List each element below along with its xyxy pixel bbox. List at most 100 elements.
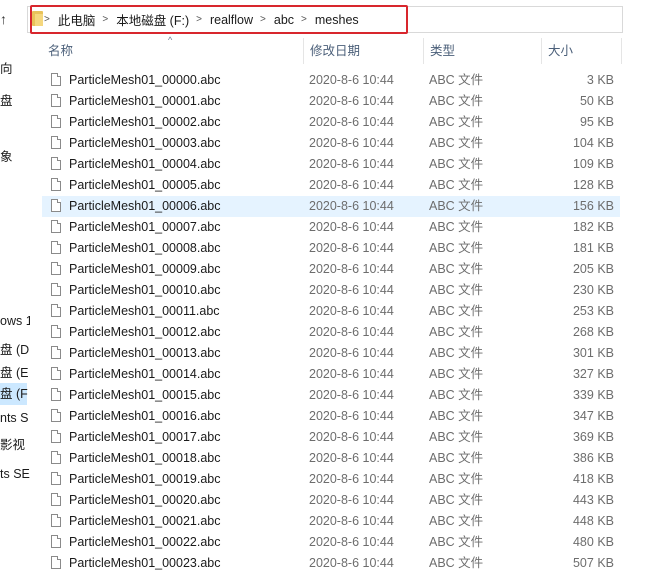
- file-row[interactable]: ParticleMesh01_00004.abc 2020-8-6 10:44 AB…: [42, 154, 620, 175]
- file-icon: [51, 220, 61, 233]
- file-icon: [51, 283, 61, 296]
- file-row[interactable]: ParticleMesh01_00003.abc 2020-8-6 10:44 AB…: [42, 133, 620, 154]
- file-date-modified: 2020-8-6 10:44: [309, 451, 394, 465]
- file-type: ABC 文件: [429, 514, 484, 528]
- file-size: 443 KB: [572, 493, 614, 507]
- file-row[interactable]: ParticleMesh01_00007.abc 2020-8-6 10:44 AB…: [42, 217, 620, 238]
- chevron-right-icon[interactable]: >: [102, 14, 108, 25]
- file-type: ABC 文件: [429, 451, 484, 465]
- column-header-size[interactable]: 大小: [541, 38, 622, 64]
- nav-item[interactable]: ows 1: [0, 314, 30, 328]
- up-arrow-icon[interactable]: ↑: [0, 11, 14, 27]
- file-row[interactable]: ParticleMesh01_00002.abc 2020-8-6 10:44 AB…: [42, 112, 620, 133]
- file-row[interactable]: ParticleMesh01_00009.abc 2020-8-6 10:44 AB…: [42, 259, 620, 280]
- file-size: 109 KB: [572, 157, 614, 171]
- file-size: 339 KB: [572, 388, 614, 402]
- chevron-right-icon[interactable]: >: [260, 14, 266, 25]
- file-type: ABC 文件: [429, 94, 484, 108]
- file-size: 347 KB: [572, 409, 614, 423]
- folder-icon: [32, 11, 43, 26]
- file-row[interactable]: ParticleMesh01_00018.abc 2020-8-6 10:44 AB…: [42, 448, 620, 469]
- file-row[interactable]: ParticleMesh01_00012.abc 2020-8-6 10:44 AB…: [42, 322, 620, 343]
- file-date-modified: 2020-8-6 10:44: [309, 262, 394, 276]
- breadcrumb-item-drive-f[interactable]: 本地磁盘 (F:): [116, 10, 189, 29]
- breadcrumb-item-realflow[interactable]: realflow: [210, 13, 253, 27]
- file-size: 327 KB: [572, 367, 614, 381]
- file-date-modified: 2020-8-6 10:44: [309, 199, 394, 213]
- file-icon: [51, 388, 61, 401]
- file-type: ABC 文件: [429, 325, 484, 339]
- file-icon: [51, 409, 61, 422]
- nav-item-selected[interactable]: 盘 (F: [0, 383, 28, 405]
- file-icon: [51, 136, 61, 149]
- file-row[interactable]: ParticleMesh01_00005.abc 2020-8-6 10:44 AB…: [42, 175, 620, 196]
- breadcrumb-item-this-pc[interactable]: 此电脑: [58, 10, 96, 29]
- column-header-name[interactable]: ^ 名称: [42, 35, 303, 64]
- file-icon: [51, 304, 61, 317]
- file-row[interactable]: ParticleMesh01_00011.abc 2020-8-6 10:44 AB…: [42, 301, 620, 322]
- file-row[interactable]: ParticleMesh01_00015.abc 2020-8-6 10:44 AB…: [42, 385, 620, 406]
- file-icon: [51, 514, 61, 527]
- file-icon: [51, 367, 61, 380]
- file-type: ABC 文件: [429, 388, 484, 402]
- file-type: ABC 文件: [429, 304, 484, 318]
- file-date-modified: 2020-8-6 10:44: [309, 367, 394, 381]
- nav-item[interactable]: nts S: [0, 411, 29, 425]
- file-icon: [51, 241, 61, 254]
- file-row[interactable]: ParticleMesh01_00010.abc 2020-8-6 10:44 AB…: [42, 280, 620, 301]
- column-header-row: ^ 名称 修改日期 类型 大小: [42, 35, 622, 64]
- file-row[interactable]: ParticleMesh01_00022.abc 2020-8-6 10:44 AB…: [42, 532, 620, 553]
- file-date-modified: 2020-8-6 10:44: [309, 388, 394, 402]
- nav-item[interactable]: 盘 (E: [0, 362, 28, 381]
- nav-item[interactable]: 向: [0, 58, 13, 77]
- file-size: 418 KB: [572, 472, 614, 486]
- file-size: 104 KB: [572, 136, 614, 150]
- file-size: 95 KB: [579, 115, 614, 129]
- file-date-modified: 2020-8-6 10:44: [309, 346, 394, 360]
- file-row[interactable]: ParticleMesh01_00020.abc 2020-8-6 10:44 AB…: [42, 490, 620, 511]
- file-size: 156 KB: [572, 199, 614, 213]
- chevron-right-icon[interactable]: >: [196, 14, 202, 25]
- file-date-modified: 2020-8-6 10:44: [309, 325, 394, 339]
- file-date-modified: 2020-8-6 10:44: [309, 136, 394, 150]
- file-size: 230 KB: [572, 283, 614, 297]
- file-row[interactable]: ParticleMesh01_00016.abc 2020-8-6 10:44 AB…: [42, 406, 620, 427]
- file-date-modified: 2020-8-6 10:44: [309, 409, 394, 423]
- file-row[interactable]: ParticleMesh01_00006.abc 2020-8-6 10:44 AB…: [42, 196, 620, 217]
- file-type: ABC 文件: [429, 115, 484, 129]
- file-row[interactable]: ParticleMesh01_00019.abc 2020-8-6 10:44 AB…: [42, 469, 620, 490]
- file-name: ParticleMesh01_00017.abc: [69, 430, 221, 444]
- file-name: ParticleMesh01_00018.abc: [69, 451, 221, 465]
- nav-item[interactable]: ts SE: [0, 467, 30, 481]
- breadcrumb-item-meshes[interactable]: meshes: [315, 13, 359, 27]
- file-name: ParticleMesh01_00006.abc: [69, 199, 221, 213]
- nav-item[interactable]: 象: [0, 146, 13, 165]
- file-row[interactable]: ParticleMesh01_00008.abc 2020-8-6 10:44 AB…: [42, 238, 620, 259]
- file-size: 369 KB: [572, 430, 614, 444]
- file-row[interactable]: ParticleMesh01_00001.abc 2020-8-6 10:44 AB…: [42, 91, 620, 112]
- file-row[interactable]: ParticleMesh01_00017.abc 2020-8-6 10:44 AB…: [42, 427, 620, 448]
- file-name: ParticleMesh01_00019.abc: [69, 472, 221, 486]
- file-type: ABC 文件: [429, 346, 484, 360]
- nav-item[interactable]: 影视: [0, 434, 25, 453]
- chevron-right-icon[interactable]: >: [301, 14, 307, 25]
- file-icon: [51, 556, 61, 569]
- nav-item[interactable]: 盘 (D: [0, 339, 29, 358]
- column-header-label: 大小: [548, 44, 574, 58]
- navigation-pane: 向 盘 象 ows 1 盘 (D 盘 (E 盘 (F nts S 影视 ts S…: [0, 38, 30, 576]
- file-row[interactable]: ParticleMesh01_00013.abc 2020-8-6 10:44 AB…: [42, 343, 620, 364]
- file-row[interactable]: ParticleMesh01_00021.abc 2020-8-6 10:44 AB…: [42, 511, 620, 532]
- file-type: ABC 文件: [429, 535, 484, 549]
- file-name: ParticleMesh01_00008.abc: [69, 241, 221, 255]
- file-icon: [51, 115, 61, 128]
- file-date-modified: 2020-8-6 10:44: [309, 73, 394, 87]
- nav-item[interactable]: 盘: [0, 90, 13, 109]
- column-header-type[interactable]: 类型: [423, 38, 541, 64]
- breadcrumb-item-abc[interactable]: abc: [274, 13, 294, 27]
- file-row[interactable]: ParticleMesh01_00014.abc 2020-8-6 10:44 AB…: [42, 364, 620, 385]
- file-row[interactable]: ParticleMesh01_00000.abc 2020-8-6 10:44 AB…: [42, 70, 620, 91]
- chevron-right-icon[interactable]: >: [44, 14, 50, 25]
- column-header-date[interactable]: 修改日期: [303, 38, 423, 64]
- file-date-modified: 2020-8-6 10:44: [309, 556, 394, 570]
- file-row[interactable]: ParticleMesh01_00023.abc 2020-8-6 10:44 AB…: [42, 553, 620, 574]
